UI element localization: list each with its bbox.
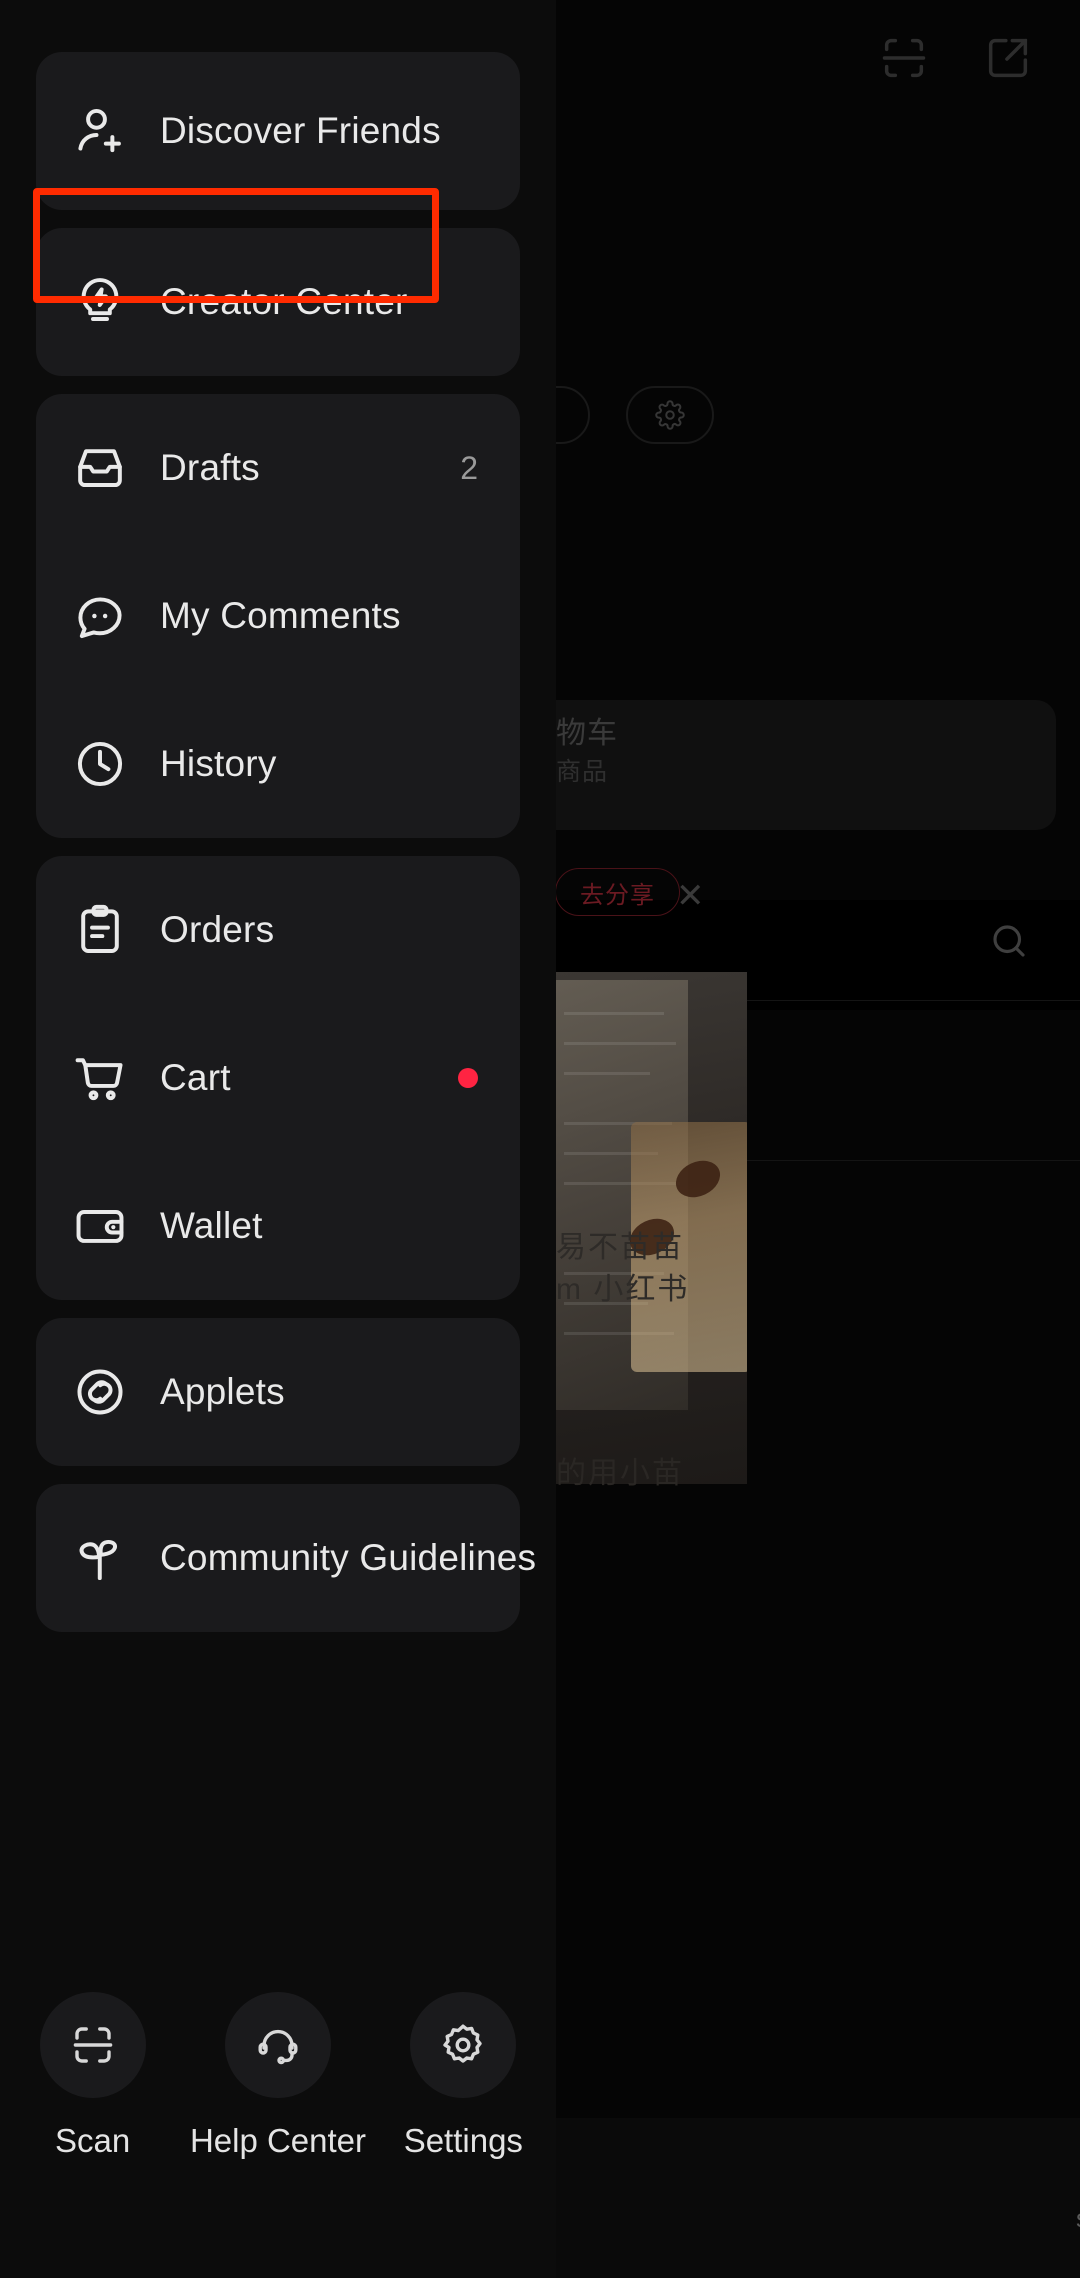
- background-tab-bar: s Me: [536, 2118, 1080, 2278]
- wallet-icon: [72, 1198, 128, 1254]
- shopping-cart-icon: [72, 1050, 128, 1106]
- sidebar-item-my-comments[interactable]: My Comments: [36, 542, 520, 690]
- background-cart-title: 物车: [556, 708, 618, 752]
- scan-button-label: Scan: [55, 2122, 130, 2160]
- background-cart-subtitle: 商品: [556, 752, 608, 788]
- thumbnail-text-line: [564, 1012, 664, 1015]
- drawer-group-applets: Applets: [36, 1318, 520, 1466]
- share-external-icon[interactable]: [982, 32, 1034, 84]
- thumbnail-text-line: [564, 1042, 676, 1045]
- user-plus-icon: [72, 103, 128, 159]
- sidebar-item-label: Community Guidelines: [160, 1537, 536, 1579]
- inbox-icon: [72, 440, 128, 496]
- sidebar-item-label: Drafts: [160, 447, 260, 489]
- close-icon[interactable]: ✕: [676, 876, 705, 916]
- background-photo-caption: 易不苗苗: [556, 1222, 684, 1266]
- sidebar-item-label: Wallet: [160, 1205, 263, 1247]
- sidebar-item-creator-center[interactable]: Creator Center: [36, 228, 520, 376]
- background-photo-caption: 的用小苗: [556, 1448, 684, 1492]
- drafts-count-badge: 2: [460, 450, 478, 487]
- gear-icon: [410, 1992, 516, 2098]
- sidebar-item-applets[interactable]: Applets: [36, 1318, 520, 1466]
- scan-icon: [40, 1992, 146, 2098]
- drawer-group-creator: Creator Center: [36, 228, 520, 376]
- sidebar-item-wallet[interactable]: Wallet: [36, 1152, 520, 1300]
- sidebar-item-drafts[interactable]: Drafts 2: [36, 394, 520, 542]
- cart-unread-dot: [458, 1068, 478, 1088]
- sidebar-item-label: History: [160, 743, 277, 785]
- help-center-button-label: Help Center: [190, 2122, 366, 2160]
- background-tab-partial-label[interactable]: s: [1076, 2203, 1080, 2234]
- clock-history-icon: [72, 736, 128, 792]
- sidebar-item-community-guidelines[interactable]: Community Guidelines: [36, 1484, 520, 1632]
- sidebar-item-label: Orders: [160, 909, 274, 951]
- applets-circle-icon: [72, 1364, 128, 1420]
- background-photo-caption: m 小红书: [556, 1264, 689, 1308]
- drawer-group-commerce: Orders Cart Wallet: [36, 856, 520, 1300]
- sidebar-item-label: Creator Center: [160, 281, 408, 323]
- comment-dots-icon: [72, 588, 128, 644]
- sidebar-item-history[interactable]: History: [36, 690, 520, 838]
- side-drawer: Discover Friends Creator Center: [0, 0, 556, 2278]
- sidebar-item-label: Cart: [160, 1057, 231, 1099]
- sprout-icon: [72, 1530, 128, 1586]
- sidebar-item-label: Discover Friends: [160, 110, 441, 152]
- settings-button-label: Settings: [404, 2122, 523, 2160]
- scan-icon[interactable]: [878, 32, 930, 84]
- sidebar-item-label: Applets: [160, 1371, 285, 1413]
- background-share-button[interactable]: 去分享: [555, 868, 680, 916]
- background-top-icon-bar: [878, 32, 1034, 84]
- settings-button[interactable]: Settings: [375, 1992, 551, 2160]
- clipboard-list-icon: [72, 902, 128, 958]
- drawer-bottom-actions: Scan Help Center Settings: [0, 1992, 556, 2160]
- background-settings-pill[interactable]: [626, 386, 714, 444]
- sidebar-item-orders[interactable]: Orders: [36, 856, 520, 1004]
- help-center-button[interactable]: Help Center: [190, 1992, 366, 2160]
- thumbnail-text-line: [564, 1072, 650, 1075]
- headset-icon: [225, 1992, 331, 2098]
- sidebar-item-discover-friends[interactable]: Discover Friends: [36, 52, 520, 210]
- sidebar-item-label: My Comments: [160, 595, 401, 637]
- scan-button[interactable]: Scan: [5, 1992, 181, 2160]
- drawer-group-discover: Discover Friends: [36, 52, 520, 210]
- sidebar-item-cart[interactable]: Cart: [36, 1004, 520, 1152]
- lightbulb-bolt-icon: [72, 274, 128, 330]
- search-icon[interactable]: [988, 920, 1030, 962]
- drawer-group-community: Community Guidelines: [36, 1484, 520, 1632]
- drawer-group-content: Drafts 2 My Comments History: [36, 394, 520, 838]
- gear-icon: [655, 400, 685, 430]
